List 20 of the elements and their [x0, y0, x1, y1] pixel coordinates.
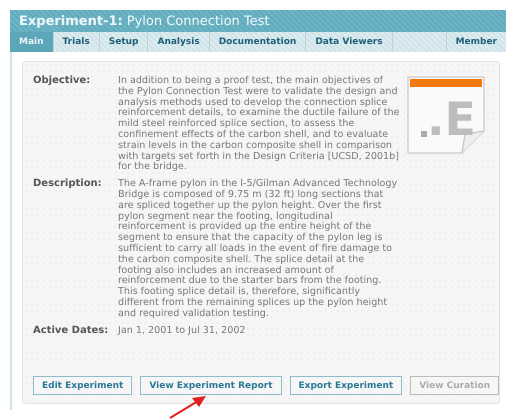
tab[interactable]: Documentation	[210, 32, 306, 52]
experiment-name: Pylon Connection Test	[126, 14, 270, 28]
field-label: Active Dates:	[33, 326, 110, 336]
action-button[interactable]: Edit Experiment	[33, 376, 132, 395]
field-value: In addition to being a proof test, the main objectives of the Pylon Connection Test were to validate the design and analysis methods used to develop the connection splice reinforcement details, to examine the ductile failure of the mild steel reinforced splice section, to assess the confinement effects of the carbon shell, and to evaluate strain levels in the carbon composite shell in comparison with targets set forth in the Design Criteria [UCSD, 2001b] for the bridge.	[118, 76, 400, 174]
tab[interactable]: Analysis	[148, 32, 210, 52]
action-button[interactable]: View Experiment Report	[140, 376, 282, 395]
tab[interactable]: Setup	[100, 32, 148, 52]
document-icon	[407, 76, 485, 154]
field-value: The A-frame pylon in the I-5/Gilman Advanced Technology Bridge is composed of 9.75 m (32 ft) long sections that are spliced together up the pylon height. Over the first pylon segment near the footing, longitudinal reinforcement is provided up the entire height of the segment to ensure that the capacity of the pylon leg is sufficient to carry all loads in the event of fire damage to the carbon composite shell. The splice detail at the footing also includes an increased amount of reinforcement due to the starter bars from the footing. This footing splice detail is, therefore, significantly different from the remaining splices up the pylon height and required validation testing.	[118, 179, 398, 320]
field-label: Description:	[33, 179, 103, 192]
action-button[interactable]: Export Experiment	[290, 376, 402, 395]
tab[interactable]: Member	[446, 32, 506, 52]
file-extension: .E	[427, 94, 476, 144]
experiment-id: Experiment-1:	[19, 14, 123, 28]
tab[interactable]: Trials	[54, 32, 100, 52]
arrow-icon	[168, 394, 208, 420]
tab[interactable]: Data Viewers	[306, 32, 393, 52]
field-value: Jan 1, 2001 to Jul 31, 2002	[118, 326, 247, 336]
field-label: Objective:	[33, 76, 92, 88]
